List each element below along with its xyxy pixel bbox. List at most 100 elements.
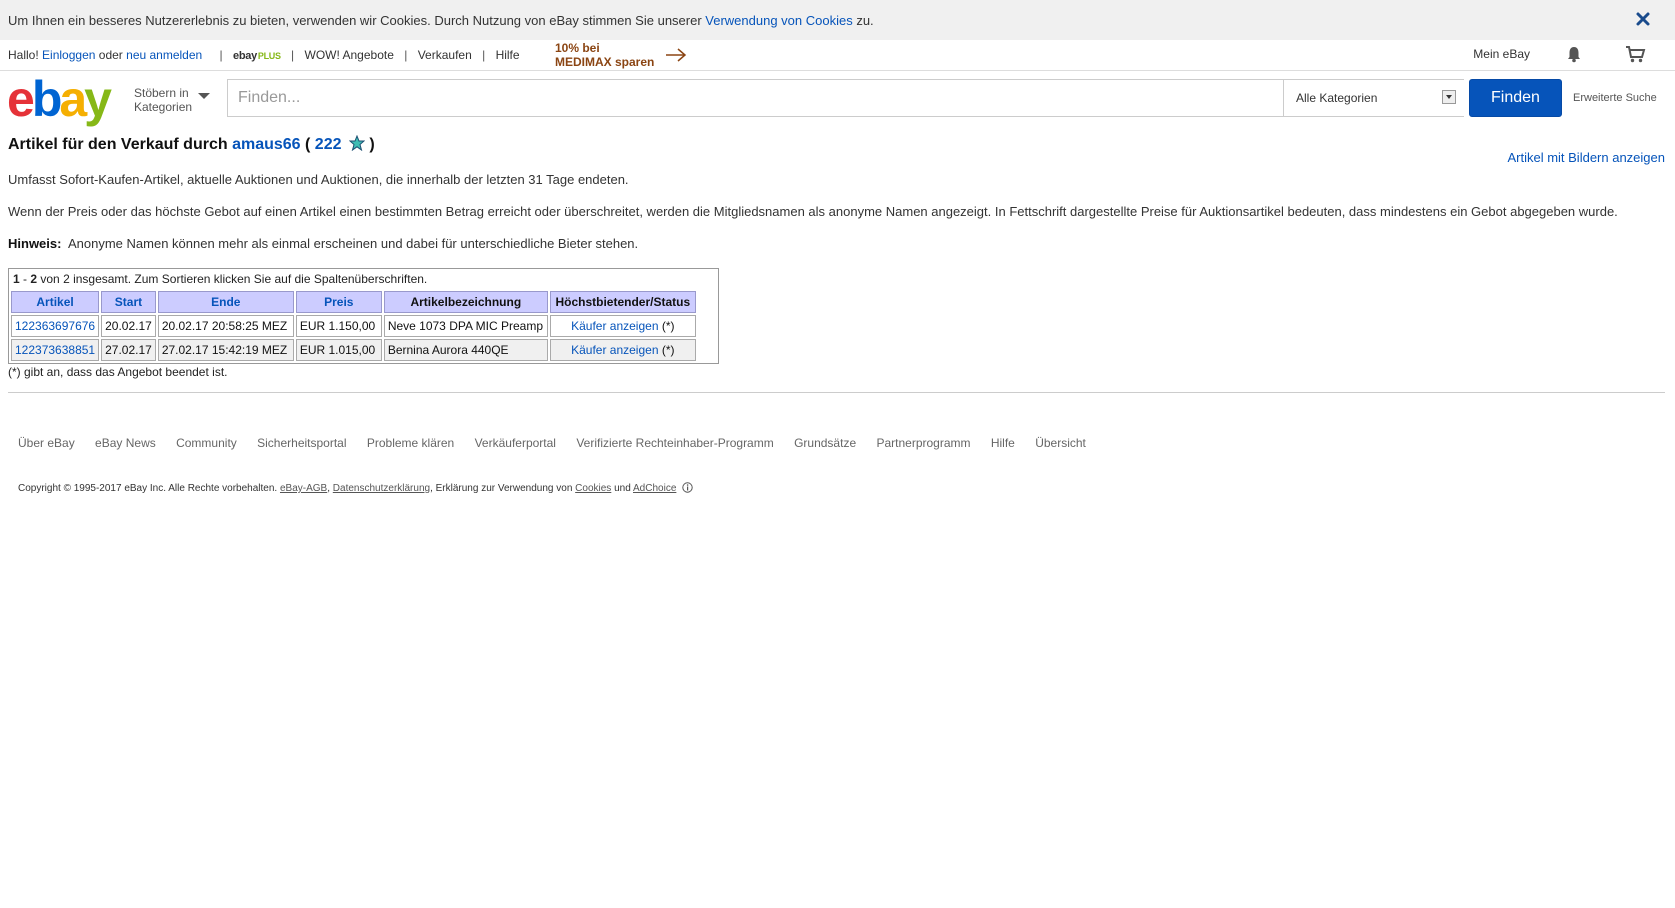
start-date: 20.02.17 xyxy=(101,315,156,337)
seller-link[interactable]: amaus66 xyxy=(232,136,301,153)
footer-link-resolution[interactable]: Probleme klären xyxy=(367,436,454,450)
column-header-status: Höchstbietender/Status xyxy=(549,291,696,313)
hint-text: Anonyme Namen können mehr als einmal ers… xyxy=(67,236,639,251)
browse-categories-button[interactable]: Stöbern in Kategorien xyxy=(134,86,192,114)
my-ebay-link[interactable]: Mein eBay xyxy=(1473,47,1530,61)
item-number-link[interactable]: 122363697676 xyxy=(15,319,95,333)
or-text: oder xyxy=(98,48,123,62)
category-label: Alle Kategorien xyxy=(1296,91,1378,105)
bell-icon[interactable] xyxy=(1565,45,1583,63)
browse-line1: Stöbern in xyxy=(134,86,189,100)
open-paren: ( xyxy=(305,136,311,153)
divider: | xyxy=(291,48,295,62)
info-paragraph-1: Umfasst Sofort-Kaufen-Artikel, aktuelle … xyxy=(8,172,629,187)
cookies-link[interactable]: Cookies xyxy=(575,483,611,494)
table-header-row: Artikel Start Ende Preis Artikelbezeichn… xyxy=(11,291,696,313)
footer-link-vero[interactable]: Verifizierte Rechteinhaber-Programm xyxy=(576,436,773,450)
browse-line2: Kategorien xyxy=(134,100,193,114)
show-buyer-link[interactable]: Käufer anzeigen xyxy=(571,319,658,333)
footer-link-seller-portal[interactable]: Verkäuferportal xyxy=(475,436,556,450)
login-link[interactable]: Einloggen xyxy=(42,48,95,62)
privacy-link[interactable]: Datenschutzerklärung xyxy=(333,483,430,494)
top-navigation: Hallo! Einloggen oder neu anmelden | eba… xyxy=(0,40,1675,71)
column-header-ende[interactable]: Ende xyxy=(157,291,294,313)
divider: | xyxy=(482,48,486,62)
footnote: (*) gibt an, dass das Angebot beendet is… xyxy=(8,365,228,379)
end-date: 20.02.17 20:58:25 MEZ xyxy=(157,315,294,337)
chevron-down-icon[interactable] xyxy=(198,93,210,99)
view-with-pictures-link[interactable]: Artikel mit Bildern anzeigen xyxy=(1507,150,1665,165)
column-header-artikelbezeichnung: Artikelbezeichnung xyxy=(383,291,548,313)
results-table-container: 1 - 2 von 2 insgesamt. Zum Sortieren kli… xyxy=(8,268,719,364)
footer-link-help[interactable]: Hilfe xyxy=(991,436,1015,450)
column-header-artikel[interactable]: Artikel xyxy=(11,291,100,313)
hint-label: Hinweis: xyxy=(8,236,62,251)
terms-link[interactable]: eBay-AGB xyxy=(280,483,327,494)
ebay-plus-prefix: ebay xyxy=(233,50,257,62)
search-bar: Alle Kategorien xyxy=(227,79,1464,117)
divider xyxy=(8,392,1665,393)
promo-line2: MEDIMAX sparen xyxy=(555,55,655,69)
footer-link-about[interactable]: Über eBay xyxy=(18,436,75,450)
search-input[interactable] xyxy=(228,80,1283,116)
status-cell: Käufer anzeigen (*) xyxy=(549,315,696,337)
info-paragraph-2: Wenn der Preis oder das höchste Gebot au… xyxy=(8,204,1618,219)
page-title: Artikel für den Verkauf durch amaus66 ( … xyxy=(8,135,375,154)
ebay-plus-suffix: PLUS xyxy=(257,51,281,61)
ebay-plus-link[interactable]: ebayPLUS xyxy=(233,50,281,62)
status-marker: (*) xyxy=(661,319,675,333)
results-table: Artikel Start Ende Preis Artikelbezeichn… xyxy=(9,289,698,363)
category-select[interactable]: Alle Kategorien xyxy=(1283,80,1464,116)
cookie-text-after: zu. xyxy=(852,13,874,28)
sell-link[interactable]: Verkaufen xyxy=(418,48,472,62)
divider: | xyxy=(219,48,223,62)
close-icon[interactable] xyxy=(1635,11,1651,27)
arrow-right-icon xyxy=(666,48,687,62)
results-summary: 1 - 2 von 2 insgesamt. Zum Sortieren kli… xyxy=(9,269,718,290)
cookie-text: Um Ihnen ein besseres Nutzererlebnis zu … xyxy=(8,13,874,28)
divider: | xyxy=(404,48,408,62)
and-text: und xyxy=(611,483,634,494)
register-link[interactable]: neu anmelden xyxy=(126,48,202,62)
item-title: Neve 1073 DPA MIC Preamp xyxy=(383,315,548,337)
promo-line1: 10% bei xyxy=(555,41,600,55)
copyright-text: Copyright © 1995-2017 eBay Inc. Alle Rec… xyxy=(18,483,278,494)
item-number-link[interactable]: 122373638851 xyxy=(15,343,95,357)
adchoice-icon[interactable] xyxy=(682,482,693,493)
footer-link-security[interactable]: Sicherheitsportal xyxy=(257,436,346,450)
footer-link-sitemap[interactable]: Übersicht xyxy=(1035,436,1086,450)
summary-rest: von 2 insgesamt. Zum Sortieren klicken S… xyxy=(37,272,428,286)
copyright: Copyright © 1995-2017 eBay Inc. Alle Rec… xyxy=(18,482,693,494)
footer-link-community[interactable]: Community xyxy=(176,436,237,450)
feedback-score-link[interactable]: 222 xyxy=(315,136,342,153)
cart-icon[interactable] xyxy=(1625,45,1647,63)
status-cell: Käufer anzeigen (*) xyxy=(549,339,696,361)
price: EUR 1.015,00 xyxy=(295,339,382,361)
ebay-logo[interactable]: ebay xyxy=(7,71,112,127)
column-header-preis[interactable]: Preis xyxy=(295,291,382,313)
item-title: Bernina Aurora 440QE xyxy=(383,339,548,361)
search-button[interactable]: Finden xyxy=(1469,79,1562,117)
adchoice-link[interactable]: AdChoice xyxy=(633,483,676,494)
cookie-text-before: Um Ihnen ein besseres Nutzererlebnis zu … xyxy=(8,13,706,28)
advanced-search-link[interactable]: Erweiterte Suche xyxy=(1573,92,1657,104)
footer-link-partner[interactable]: Partnerprogramm xyxy=(876,436,970,450)
promo-banner[interactable]: 10% bei MEDIMAX sparen xyxy=(555,41,654,69)
footer-link-news[interactable]: eBay News xyxy=(95,436,156,450)
start-date: 27.02.17 xyxy=(101,339,156,361)
wow-deals-link[interactable]: WOW! Angebote xyxy=(305,48,394,62)
table-row: 122363697676 20.02.17 20.02.17 20:58:25 … xyxy=(11,315,696,337)
footer-link-policies[interactable]: Grundsätze xyxy=(794,436,856,450)
cookie-banner: Um Ihnen ein besseres Nutzererlebnis zu … xyxy=(0,0,1675,40)
footer-links: Über eBay eBay News Community Sicherheit… xyxy=(18,436,1103,450)
end-date: 27.02.17 15:42:19 MEZ xyxy=(157,339,294,361)
summary-dash: - xyxy=(19,272,31,286)
summary-from: 1 xyxy=(13,272,20,286)
show-buyer-link[interactable]: Käufer anzeigen xyxy=(571,343,658,357)
greeting: Hallo! xyxy=(8,48,39,62)
column-header-start[interactable]: Start xyxy=(101,291,156,313)
cookie-policy-link[interactable]: Verwendung von Cookies xyxy=(705,13,852,28)
price: EUR 1.150,00 xyxy=(295,315,382,337)
header: ebay Stöbern in Kategorien Alle Kategori… xyxy=(0,71,1675,127)
help-link[interactable]: Hilfe xyxy=(496,48,520,62)
